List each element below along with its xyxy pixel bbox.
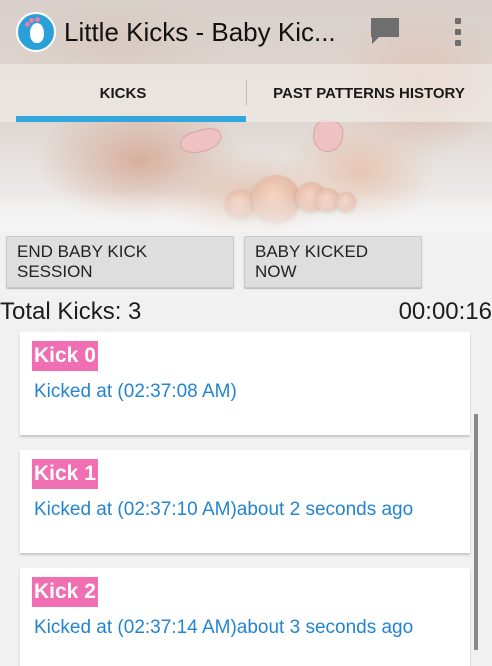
kick-label-badge: Kick 1 <box>32 459 98 489</box>
app-screen: Little Kicks - Baby Kic... KICKS PAST PA… <box>0 0 492 666</box>
chat-bubble-icon[interactable] <box>368 16 402 46</box>
session-timer: 00:00:16 <box>398 298 492 325</box>
kick-time-text: Kicked at (02:37:14 AM)about 3 seconds a… <box>34 617 414 638</box>
tab-kicks[interactable]: KICKS <box>0 64 246 122</box>
session-summary: Total Kicks: 3 00:00:16 <box>0 296 492 328</box>
list-scrollbar[interactable] <box>474 414 478 650</box>
fingernail-shape <box>177 124 225 158</box>
end-session-button[interactable]: END BABY KICK SESSION <box>6 236 234 288</box>
fingernail-shape <box>310 117 346 155</box>
baby-kicked-now-button[interactable]: BABY KICKED NOW <box>244 236 422 288</box>
kick-label-badge: Kick 2 <box>32 577 98 607</box>
tab-selected-indicator <box>16 116 246 122</box>
kick-time-text: Kicked at (02:37:08 AM) <box>34 381 237 402</box>
overflow-menu-icon[interactable] <box>448 16 468 48</box>
tab-past-patterns-history[interactable]: PAST PATTERNS HISTORY <box>246 64 492 122</box>
app-logo-foot-icon[interactable] <box>16 12 56 52</box>
tab-history-label: PAST PATTERNS HISTORY <box>273 84 465 102</box>
kick-label-badge: Kick 0 <box>32 341 98 371</box>
action-bar: Little Kicks - Baby Kic... <box>0 0 492 64</box>
total-kicks-text: Total Kicks: 3 <box>0 298 142 325</box>
tab-bar: KICKS PAST PATTERNS HISTORY <box>0 64 492 122</box>
list-item[interactable]: Kick 1 Kicked at (02:37:10 AM)about 2 se… <box>20 450 470 553</box>
photo-fade <box>0 192 492 232</box>
list-item[interactable]: Kick 2 Kicked at (02:37:14 AM)about 3 se… <box>20 568 470 666</box>
list-item[interactable]: Kick 0 Kicked at (02:37:08 AM) <box>20 332 470 435</box>
session-buttons: END BABY KICK SESSION BABY KICKED NOW <box>6 236 422 288</box>
tab-kicks-label: KICKS <box>99 84 147 102</box>
app-title: Little Kicks - Baby Kic... <box>64 16 334 47</box>
kick-time-text: Kicked at (02:37:10 AM)about 2 seconds a… <box>34 499 414 520</box>
kick-list[interactable]: Kick 0 Kicked at (02:37:08 AM) Kick 1 Ki… <box>20 332 470 666</box>
